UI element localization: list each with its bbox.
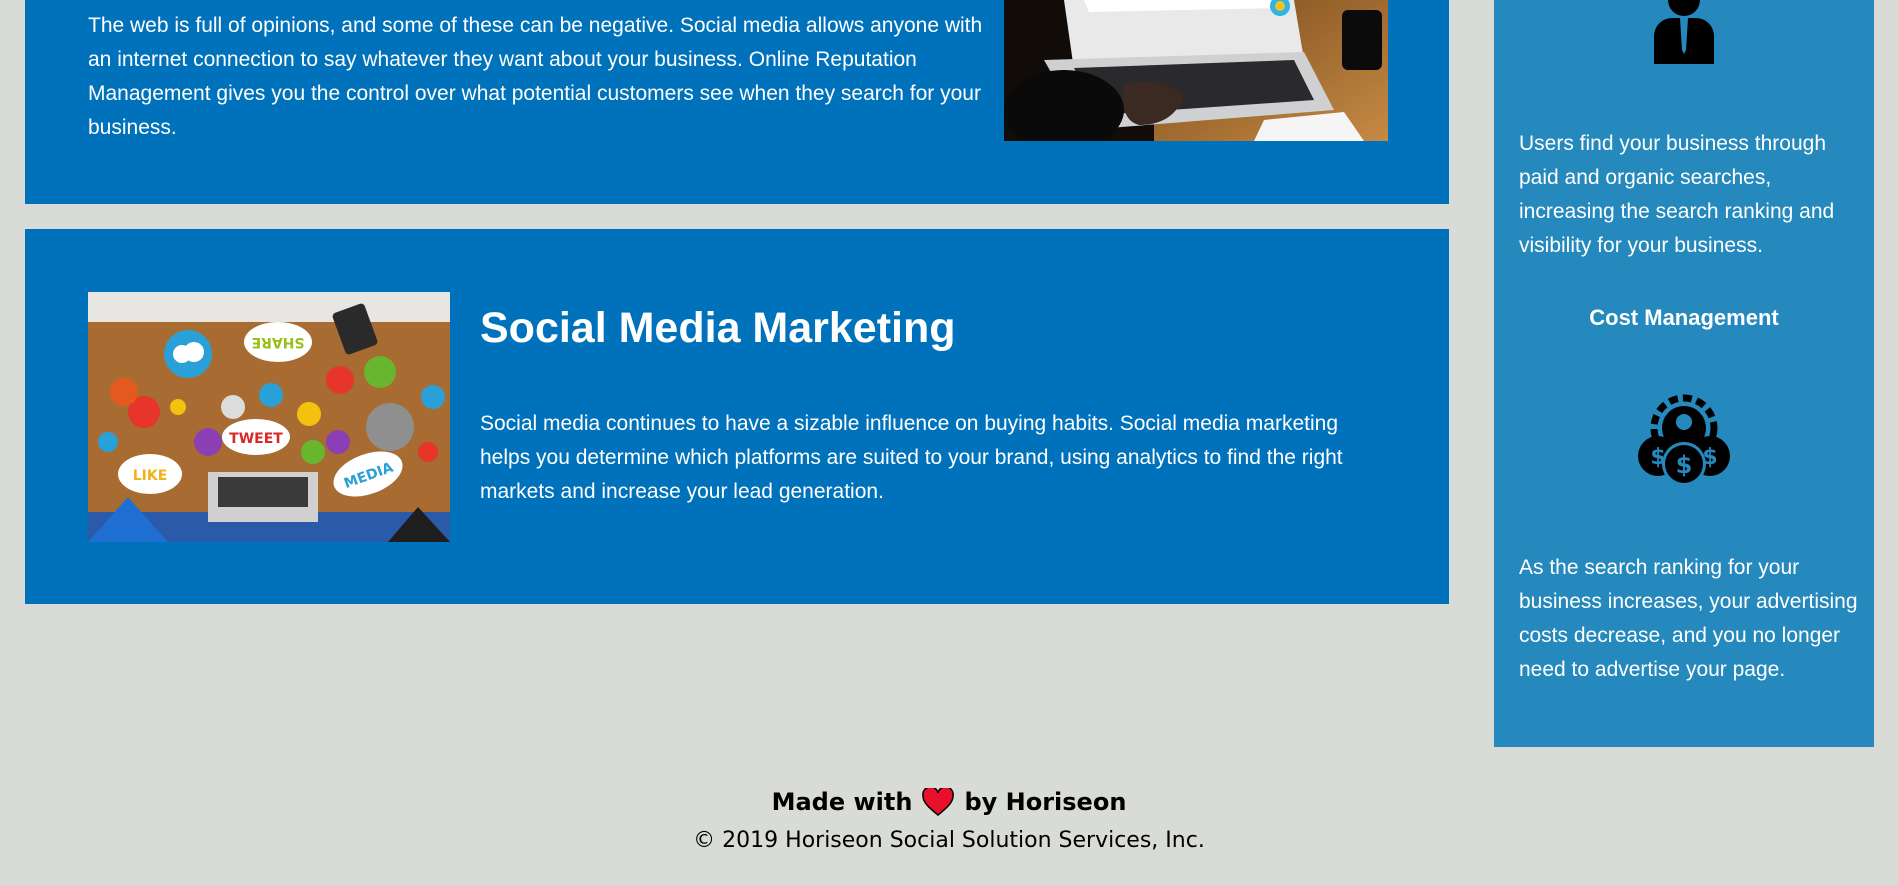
heart-icon bbox=[922, 788, 955, 816]
cost-management-title: Cost Management bbox=[1589, 305, 1779, 330]
made-with-text: Made with bbox=[771, 788, 913, 816]
online-reputation-card: The web is full of opinions, and some of… bbox=[25, 0, 1449, 204]
advertising-costs-text: As the search ranking for your business … bbox=[1519, 556, 1858, 681]
benefits-sidebar: Users find your business through paid an… bbox=[1494, 0, 1874, 747]
social-media-description: Social media continues to have a sizable… bbox=[480, 412, 1343, 503]
svg-text:SHARE: SHARE bbox=[252, 334, 305, 350]
svg-text:$: $ bbox=[1650, 445, 1665, 470]
svg-text:$: $ bbox=[1702, 445, 1717, 470]
lightbulb-person-icon bbox=[1632, 0, 1736, 64]
social-media-marketing-card: SHARE TWEET MEDIA LIKE Social Media Mark… bbox=[25, 229, 1449, 604]
svg-text:LIKE: LIKE bbox=[133, 468, 168, 484]
cost-gears-coins-icon: $ $ $ bbox=[1632, 388, 1736, 492]
by-horiseon-text: by Horiseon bbox=[964, 788, 1127, 816]
footer-credit: Made with by Horiseon bbox=[0, 780, 1898, 824]
laptop-image bbox=[1004, 0, 1388, 141]
reputation-description: The web is full of opinions, and some of… bbox=[88, 14, 983, 139]
search-visibility-text: Users find your business through paid an… bbox=[1519, 132, 1835, 257]
social-media-marketing-title: Social Media Marketing bbox=[480, 304, 956, 352]
copyright-text: © 2019 Horiseon Social Solution Services… bbox=[693, 828, 1205, 853]
page-footer: Made with by Horiseon © 2019 Horiseon So… bbox=[0, 780, 1898, 858]
svg-text:TWEET: TWEET bbox=[229, 431, 283, 447]
social-media-table-image: SHARE TWEET MEDIA LIKE bbox=[88, 292, 450, 542]
svg-text:$: $ bbox=[1676, 451, 1693, 479]
